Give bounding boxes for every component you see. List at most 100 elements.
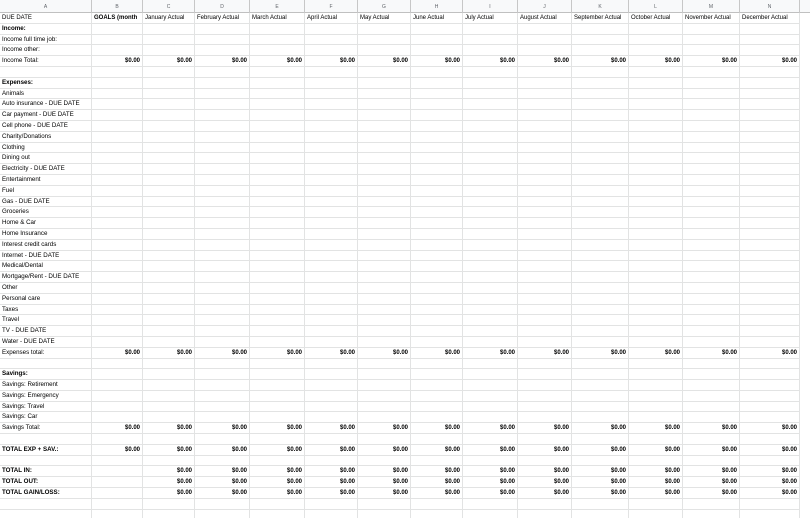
empty-cell[interactable] (518, 358, 572, 370)
empty-cell[interactable] (92, 466, 143, 478)
empty-cell[interactable] (92, 153, 143, 165)
value-cell[interactable]: $0.00 (518, 347, 572, 359)
empty-cell[interactable] (92, 326, 143, 337)
empty-cell[interactable] (195, 77, 250, 89)
empty-cell[interactable] (411, 66, 463, 78)
header-cell[interactable]: June Actual (411, 13, 463, 24)
empty-cell[interactable] (683, 142, 740, 154)
empty-cell[interactable] (92, 218, 143, 229)
row-label-cell[interactable]: Animals (0, 88, 92, 100)
empty-cell[interactable] (92, 45, 143, 57)
column-header-l[interactable]: L (629, 0, 683, 13)
empty-cell[interactable] (195, 239, 250, 251)
empty-cell[interactable] (572, 272, 629, 283)
empty-cell[interactable] (143, 380, 195, 391)
empty-cell[interactable] (463, 142, 518, 154)
empty-cell[interactable] (463, 174, 518, 186)
empty-cell[interactable] (250, 196, 305, 208)
empty-cell[interactable] (518, 120, 572, 132)
empty-cell[interactable] (740, 326, 800, 337)
empty-cell[interactable] (143, 207, 195, 219)
column-header-i[interactable]: I (463, 0, 518, 13)
empty-cell[interactable] (305, 315, 358, 327)
empty-cell[interactable] (740, 412, 800, 424)
empty-cell[interactable] (143, 239, 195, 251)
empty-cell[interactable] (358, 282, 411, 294)
empty-cell[interactable] (572, 336, 629, 348)
empty-cell[interactable] (740, 131, 800, 143)
header-cell[interactable]: GOALS (month (92, 13, 143, 24)
empty-cell[interactable] (411, 174, 463, 186)
empty-cell[interactable] (683, 401, 740, 413)
row-label-cell[interactable]: Travel (0, 315, 92, 327)
empty-cell[interactable] (629, 498, 683, 510)
empty-cell[interactable] (411, 412, 463, 424)
empty-cell[interactable] (518, 34, 572, 46)
empty-cell[interactable] (629, 315, 683, 327)
empty-cell[interactable] (92, 23, 143, 35)
empty-cell[interactable] (358, 66, 411, 78)
empty-cell[interactable] (683, 261, 740, 273)
empty-cell[interactable] (463, 304, 518, 316)
empty-cell[interactable] (518, 207, 572, 219)
empty-cell[interactable] (305, 164, 358, 175)
empty-cell[interactable] (629, 228, 683, 240)
value-cell[interactable]: $0.00 (683, 56, 740, 67)
empty-cell[interactable] (740, 282, 800, 294)
empty-cell[interactable] (411, 434, 463, 445)
empty-cell[interactable] (463, 34, 518, 46)
value-cell[interactable]: $0.00 (143, 347, 195, 359)
empty-cell[interactable] (683, 77, 740, 89)
empty-cell[interactable] (518, 228, 572, 240)
empty-cell[interactable] (195, 228, 250, 240)
empty-cell[interactable] (629, 282, 683, 294)
value-cell[interactable]: $0.00 (305, 488, 358, 499)
empty-cell[interactable] (305, 390, 358, 402)
row-label-cell[interactable] (0, 509, 92, 518)
empty-cell[interactable] (629, 380, 683, 391)
empty-cell[interactable] (358, 185, 411, 197)
row-label-cell[interactable]: Car payment - DUE DATE (0, 110, 92, 121)
empty-cell[interactable] (740, 509, 800, 518)
value-cell[interactable]: $0.00 (92, 444, 143, 456)
empty-cell[interactable] (250, 142, 305, 154)
empty-cell[interactable] (629, 455, 683, 467)
empty-cell[interactable] (250, 304, 305, 316)
value-cell[interactable]: $0.00 (740, 488, 800, 499)
empty-cell[interactable] (683, 218, 740, 229)
empty-cell[interactable] (250, 153, 305, 165)
empty-cell[interactable] (250, 272, 305, 283)
empty-cell[interactable] (358, 509, 411, 518)
empty-cell[interactable] (629, 304, 683, 316)
empty-cell[interactable] (143, 77, 195, 89)
value-cell[interactable]: $0.00 (411, 347, 463, 359)
empty-cell[interactable] (411, 250, 463, 262)
column-header-f[interactable]: F (305, 0, 358, 13)
row-label-cell[interactable]: Income other: (0, 45, 92, 57)
row-label-cell[interactable] (0, 434, 92, 445)
value-cell[interactable]: $0.00 (572, 477, 629, 489)
empty-cell[interactable] (411, 142, 463, 154)
empty-cell[interactable] (411, 261, 463, 273)
empty-cell[interactable] (572, 196, 629, 208)
empty-cell[interactable] (195, 293, 250, 305)
empty-cell[interactable] (572, 110, 629, 121)
empty-cell[interactable] (143, 315, 195, 327)
empty-cell[interactable] (305, 434, 358, 445)
empty-cell[interactable] (195, 196, 250, 208)
empty-cell[interactable] (358, 261, 411, 273)
value-cell[interactable]: $0.00 (92, 423, 143, 435)
empty-cell[interactable] (572, 390, 629, 402)
column-header-e[interactable]: E (250, 0, 305, 13)
empty-cell[interactable] (683, 509, 740, 518)
empty-cell[interactable] (683, 164, 740, 175)
empty-cell[interactable] (572, 164, 629, 175)
empty-cell[interactable] (358, 153, 411, 165)
empty-cell[interactable] (143, 282, 195, 294)
empty-cell[interactable] (518, 250, 572, 262)
empty-cell[interactable] (358, 23, 411, 35)
row-label-cell[interactable]: Auto insurance - DUE DATE (0, 99, 92, 111)
empty-cell[interactable] (463, 185, 518, 197)
empty-cell[interactable] (518, 23, 572, 35)
empty-cell[interactable] (143, 369, 195, 381)
